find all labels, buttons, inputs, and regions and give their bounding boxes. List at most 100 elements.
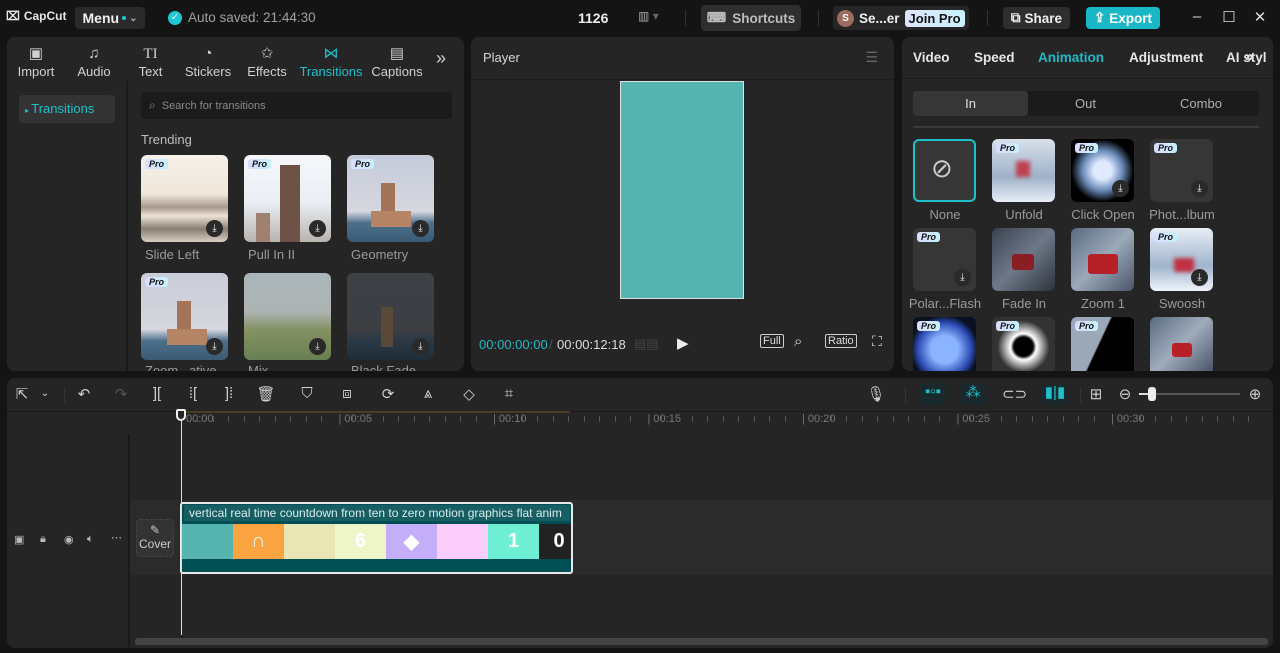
ruler-tick <box>228 416 230 422</box>
ruler-tick <box>351 416 353 422</box>
preview-canvas[interactable] <box>620 81 744 299</box>
tab-audio[interactable]: ♫ Audio <box>65 37 123 81</box>
animation-click-open[interactable]: Pro ⤓ <box>1071 139 1134 202</box>
animation-thumb[interactable]: Pro <box>992 317 1055 371</box>
ruler-tick <box>908 416 910 422</box>
tab-speed[interactable]: Speed <box>974 50 1015 65</box>
project-name[interactable]: 1126 <box>578 10 608 26</box>
animation-zoom-1[interactable] <box>1071 228 1134 291</box>
pro-badge: Pro <box>996 321 1020 331</box>
zoom-fit-button[interactable]: ⌕ <box>794 333 802 350</box>
user-name: Se...er <box>859 10 900 26</box>
export-button[interactable]: ⇪ Export <box>1086 7 1160 29</box>
transition-label: Geometry <box>351 247 409 262</box>
segment-in[interactable]: In <box>913 91 1028 116</box>
download-icon[interactable]: ⤓ <box>206 338 223 355</box>
title-bar: ⌧ CapCut Menu ⌄ ✓ Auto saved: 21:44:30 1126… <box>0 0 1280 36</box>
player-menu-button[interactable]: ☰ <box>865 49 878 66</box>
fullscreen-button[interactable]: ⛶ <box>872 333 882 350</box>
transition-thumb[interactable]: Pro ⤓ <box>347 155 434 242</box>
menu-button[interactable]: Menu ⌄ <box>75 7 145 29</box>
animation-swoosh[interactable]: Pro ⤓ <box>1150 228 1213 291</box>
cover-button[interactable]: ✎ Cover <box>136 519 174 557</box>
animation-thumb[interactable]: Pro <box>913 317 976 371</box>
search-input[interactable]: ⌕ Search for transitions <box>141 92 452 119</box>
ruler-tick <box>1248 416 1250 422</box>
ruler-tick <box>1186 416 1188 422</box>
download-icon[interactable]: ⤓ <box>309 220 326 237</box>
time-ruler[interactable]: 00:00 | 00:05 | 00:10 | 00:15 | 00:20 | 00:25… <box>7 378 1273 434</box>
animation-unfold[interactable]: Pro <box>992 139 1055 202</box>
ruler-tick <box>521 416 523 422</box>
tab-label: Text <box>138 64 163 79</box>
more-icon[interactable]: ⋯ <box>111 531 122 544</box>
segment-combo[interactable]: Combo <box>1143 91 1259 116</box>
animation-thumb[interactable]: Pro <box>1071 317 1134 371</box>
transition-thumb[interactable]: ⤓ <box>347 273 434 360</box>
transition-thumb[interactable]: Pro ⤓ <box>244 155 331 242</box>
animation-thumb[interactable] <box>1150 317 1213 371</box>
ruler-tick <box>722 416 724 422</box>
animation-photo-album[interactable]: Pro ⤓ <box>1150 139 1213 202</box>
transition-thumb[interactable]: ⤓ <box>244 273 331 360</box>
tab-video[interactable]: Video <box>913 50 950 65</box>
tab-animation[interactable]: Animation <box>1038 50 1104 65</box>
tab-label: Effects <box>247 64 287 79</box>
ruler-tick <box>197 416 199 422</box>
volume-icon[interactable]: 🔈︎ <box>87 533 94 546</box>
horizontal-scrollbar[interactable] <box>135 638 1268 645</box>
transition-thumb[interactable]: Pro ⤓ <box>141 273 228 360</box>
tab-text[interactable]: TI Text <box>123 37 178 81</box>
timecode-separator: / <box>549 337 553 352</box>
animation-fade-in[interactable] <box>992 228 1055 291</box>
full-quality-button[interactable]: Full <box>760 334 784 348</box>
maximize-button[interactable]: ☐ <box>1219 8 1239 26</box>
download-icon[interactable]: ⤓ <box>206 220 223 237</box>
divider <box>987 10 988 26</box>
ruler-tick <box>305 416 307 422</box>
tab-import[interactable]: ▣ Import <box>7 37 65 81</box>
search-icon: ⌕ <box>149 98 156 112</box>
download-icon[interactable]: ⤓ <box>1191 269 1208 286</box>
more-tabs-button[interactable]: » <box>1245 48 1253 65</box>
autosave-text: Auto saved: 21:44:30 <box>188 10 316 25</box>
transition-label: Zoom...ative <box>145 363 217 371</box>
join-pro-button[interactable]: Join Pro <box>904 9 965 27</box>
download-icon[interactable]: ⤓ <box>1191 180 1208 197</box>
minimize-icon: – <box>1192 8 1202 25</box>
ruler-tick <box>830 416 832 422</box>
download-icon[interactable]: ⤓ <box>412 220 429 237</box>
segment-out[interactable]: Out <box>1028 91 1143 116</box>
download-icon[interactable]: ⤓ <box>412 338 429 355</box>
play-button[interactable]: ▶ <box>677 334 689 352</box>
tab-adjustment[interactable]: Adjustment <box>1129 50 1203 65</box>
tab-effects[interactable]: ✩ Effects <box>238 37 296 81</box>
playhead[interactable] <box>181 411 182 635</box>
eye-icon[interactable]: ◉ <box>64 533 74 546</box>
ruler-tick <box>1217 416 1219 422</box>
animation-polar-flash[interactable]: Pro ⤓ <box>913 228 976 291</box>
maximize-icon: ☐ <box>1222 9 1236 26</box>
capcut-logo-icon: ⌧ <box>6 9 20 23</box>
video-clip[interactable]: vertical real time countdown from ten to… <box>180 502 573 574</box>
tab-stickers[interactable]: ◔ Stickers <box>178 37 238 81</box>
download-icon[interactable]: ⤓ <box>954 269 971 286</box>
more-tabs-button[interactable]: » <box>428 37 454 81</box>
shortcuts-button[interactable]: ⌨ Shortcuts <box>701 5 801 31</box>
ratio-button[interactable]: Ratio <box>825 334 857 348</box>
animation-none[interactable]: ⊘ <box>913 139 976 202</box>
ruler-tick <box>939 416 941 422</box>
lock-icon[interactable]: 🔒︎ <box>40 533 46 546</box>
tab-transitions[interactable]: ⋈ Transitions <box>296 37 366 81</box>
layout-button[interactable]: ▥ ▾ <box>638 9 659 23</box>
share-button[interactable]: ⧉ Share <box>1003 7 1070 29</box>
sidebar-item-transitions[interactable]: ▸ Transitions <box>19 95 115 123</box>
download-icon[interactable]: ⤓ <box>1112 180 1129 197</box>
playhead-handle[interactable] <box>176 409 186 421</box>
transition-thumb[interactable]: Pro ⤓ <box>141 155 228 242</box>
minimize-button[interactable]: – <box>1187 8 1207 25</box>
download-icon[interactable]: ⤓ <box>309 338 326 355</box>
user-account[interactable]: S Se...er Join Pro <box>833 6 969 30</box>
tab-captions[interactable]: ▤ Captions <box>366 37 428 81</box>
close-button[interactable]: ✕ <box>1250 8 1270 26</box>
